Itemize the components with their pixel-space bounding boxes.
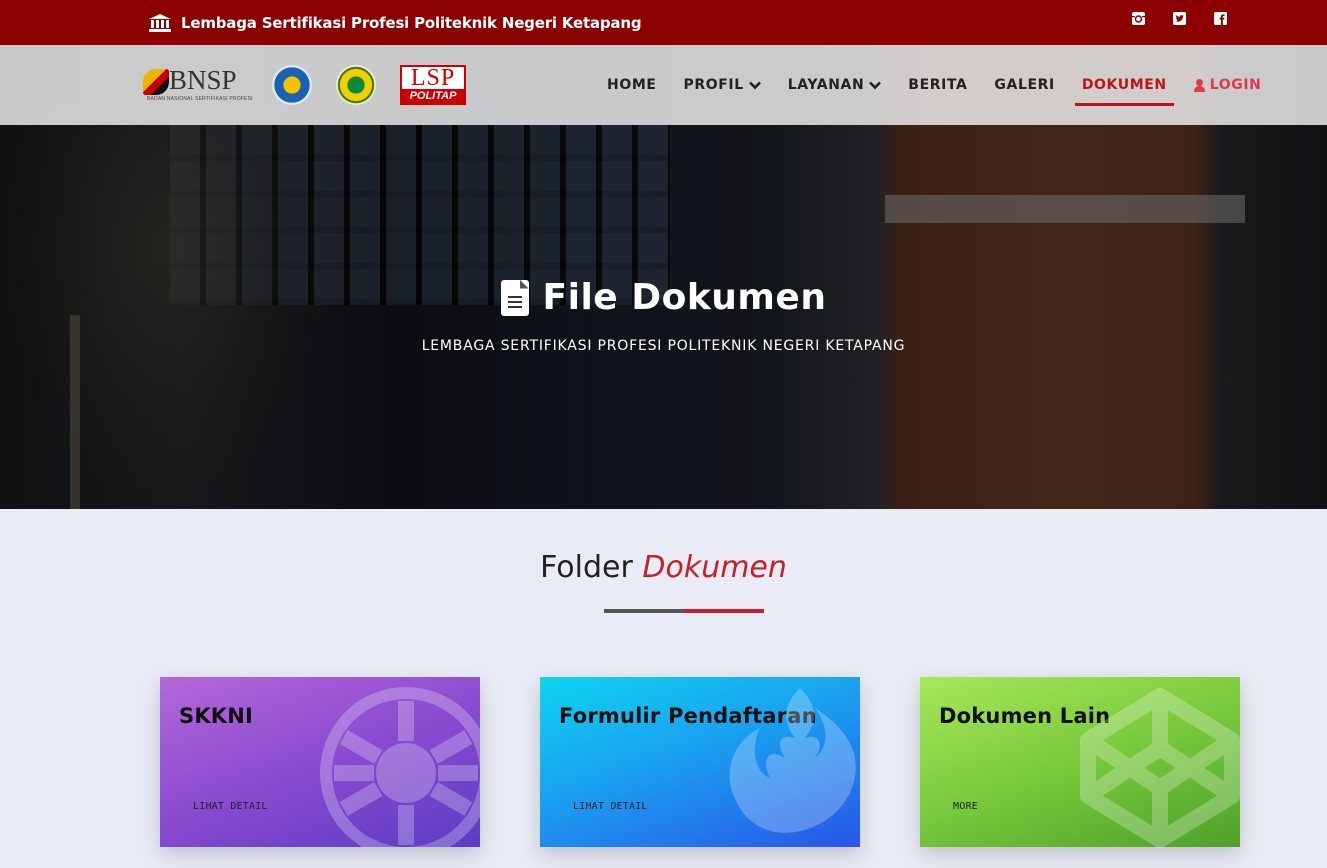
file-document-icon [500,279,529,316]
menu-login[interactable]: LOGIN [1193,45,1262,125]
bnsp-logo-subtitle: BADAN NASIONAL SERTIFIKASI PROFESI [147,96,253,102]
menu-dokumen[interactable]: DOKUMEN [1074,45,1174,125]
facebook-icon[interactable] [1214,12,1227,25]
ketapang-regency-logo[interactable] [336,65,376,105]
institution-icon [149,13,171,32]
user-icon [1193,78,1205,92]
card-link[interactable]: LIHAT DETAIL [193,801,268,812]
menu-berita[interactable]: BERITA [908,45,967,125]
card-link[interactable]: MORE [953,801,978,812]
card-title: Formulir Pendaftaran [559,704,817,728]
partner-logos: BNSP BADAN NASIONAL SERTIFIKASI PROFESI … [143,45,466,125]
card-link[interactable]: LIHAT DETAIL [573,801,648,812]
instagram-icon[interactable] [1132,12,1145,25]
top-bar: Lembaga Sertifikasi Profesi Politeknik N… [0,0,1327,45]
card-title: Dokumen Lain [939,704,1111,728]
institution-brand: Lembaga Sertifikasi Profesi Politeknik N… [149,0,642,45]
twitter-icon[interactable] [1173,12,1186,25]
bnsp-logo-word: BNSP [169,65,237,95]
folder-card-formulir[interactable]: Formulir Pendaftaran LIHAT DETAIL [540,677,860,847]
lsp-logo-bottom: POLITAP [402,89,464,103]
lsp-politap-logo[interactable]: LSP POLITAP [400,65,466,105]
menu-layanan[interactable]: LAYANAN [788,45,882,125]
bnsp-logo[interactable]: BNSP BADAN NASIONAL SERTIFIKASI PROFESI [143,63,253,107]
menu-profil-label: PROFIL [683,77,744,93]
menu-login-label: LOGIN [1209,77,1262,93]
menu-galeri[interactable]: GALERI [994,45,1054,125]
social-links [1132,0,1227,37]
menu-layanan-label: LAYANAN [787,77,865,93]
kemendikbud-logo[interactable] [272,65,312,105]
main-navbar: BNSP BADAN NASIONAL SERTIFIKASI PROFESI … [0,45,1327,125]
page-title: File Dokumen [542,277,827,318]
menu-home[interactable]: HOME [607,45,657,125]
menu-berita-label: BERITA [908,77,968,93]
chevron-down-icon [869,81,882,89]
hero-title: File Dokumen [0,277,1327,318]
section-title-accent: Dokumen [642,550,787,585]
section-title-plain: Folder [540,550,633,585]
institution-name: Lembaga Sertifikasi Profesi Politeknik N… [181,13,642,32]
folder-card-dokumen-lain[interactable]: Dokumen Lain MORE [920,677,1240,847]
lsp-logo-top: LSP [410,65,456,91]
hero-subtitle: LEMBAGA SERTIFIKASI PROFESI POLITEKNIK N… [421,338,906,354]
main-menu: HOME PROFIL LAYANAN BERITA GALERI DOKUME… [607,45,1261,125]
menu-profil[interactable]: PROFIL [684,45,761,125]
bnsp-mark-icon [143,69,169,95]
menu-galeri-label: GALERI [994,77,1055,93]
folder-card-skkni[interactable]: SKKNI LIHAT DETAIL [160,677,480,847]
section-divider [604,609,764,613]
section-title: Folder Dokumen [0,550,1327,585]
card-title: SKKNI [179,704,254,728]
menu-dokumen-label: DOKUMEN [1081,77,1167,93]
chevron-down-icon [748,81,761,89]
menu-home-label: HOME [607,77,657,93]
